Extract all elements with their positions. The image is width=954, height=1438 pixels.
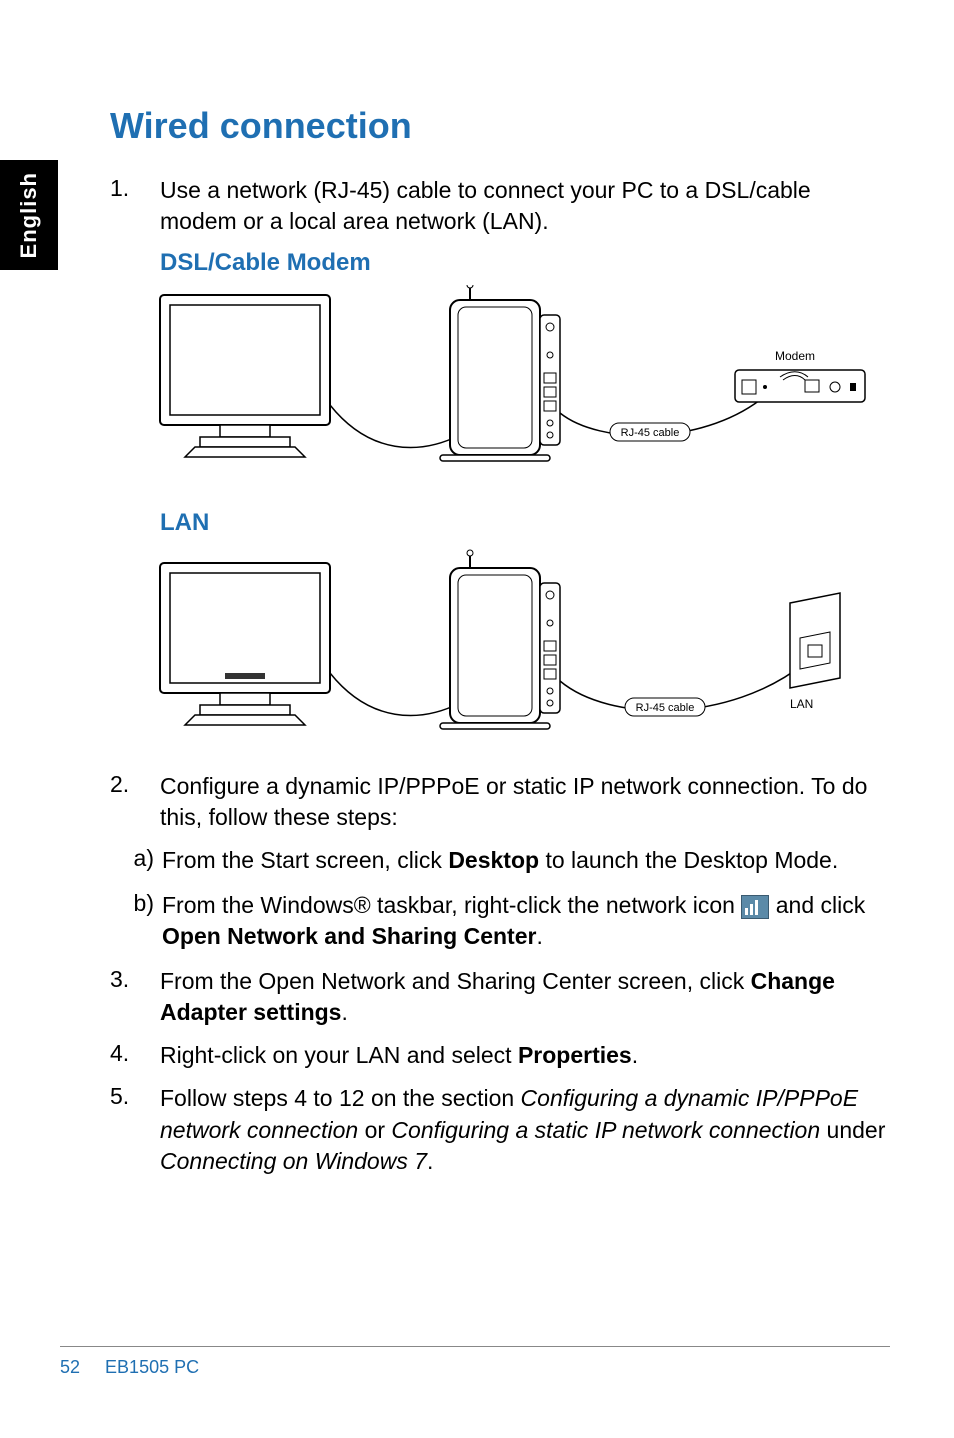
step-2-body: Configure a dynamic IP/PPPoE or static I… <box>160 771 890 833</box>
dsl-cable-label: RJ-45 cable <box>621 427 680 439</box>
dsl-diagram: RJ-45 cable Modem <box>140 285 890 495</box>
step-5-mid1: or <box>358 1117 391 1143</box>
step-2-number: 2. <box>110 771 160 833</box>
step-4-bold: Properties <box>518 1042 632 1068</box>
step-5-pre: Follow steps 4 to 12 on the section <box>160 1085 521 1111</box>
section-heading: Wired connection <box>110 105 890 147</box>
step-5-mid2: under <box>820 1117 885 1143</box>
language-label: English <box>16 172 42 258</box>
lan-heading: LAN <box>160 509 890 537</box>
step-5-it3: Connecting on Windows 7 <box>160 1148 427 1174</box>
modem-label: Modem <box>775 349 815 363</box>
step-4-number: 4. <box>110 1040 160 1071</box>
step-2b-body: From the Windows® taskbar, right-click t… <box>162 890 890 952</box>
step-5-post: . <box>427 1148 433 1174</box>
step-2b-number: b) <box>122 890 162 952</box>
step-2: 2. Configure a dynamic IP/PPPoE or stati… <box>110 771 890 833</box>
step-1-body: Use a network (RJ-45) cable to connect y… <box>160 175 890 237</box>
lan-cable-label: RJ-45 cable <box>636 702 695 714</box>
step-1-number: 1. <box>110 175 160 237</box>
step-5-it2: Configuring a static IP network connecti… <box>391 1117 820 1143</box>
step-5-body: Follow steps 4 to 12 on the section Conf… <box>160 1083 890 1176</box>
step-2b-pre: From the Windows® taskbar, right-click t… <box>162 892 741 918</box>
page-number: 52 <box>60 1357 80 1377</box>
step-4-post: . <box>632 1042 638 1068</box>
step-4-pre: Right-click on your LAN and select <box>160 1042 518 1068</box>
footer-model: EB1505 PC <box>105 1357 199 1377</box>
step-3-pre: From the Open Network and Sharing Center… <box>160 968 751 994</box>
step-2a-bold: Desktop <box>448 847 539 873</box>
page-content: Wired connection 1. Use a network (RJ-45… <box>110 105 890 1189</box>
step-3: 3. From the Open Network and Sharing Cen… <box>110 966 890 1028</box>
step-2a-post: to launch the Desktop Mode. <box>539 847 838 873</box>
network-icon <box>741 895 769 919</box>
step-1: 1. Use a network (RJ-45) cable to connec… <box>110 175 890 237</box>
step-2b-bold: Open Network and Sharing Center <box>162 923 536 949</box>
step-2b-post1: and click <box>769 892 865 918</box>
step-3-body: From the Open Network and Sharing Center… <box>160 966 890 1028</box>
step-2a: a) From the Start screen, click Desktop … <box>122 845 890 876</box>
language-tab: English <box>0 160 58 270</box>
step-3-post: . <box>341 999 347 1025</box>
step-3-number: 3. <box>110 966 160 1028</box>
step-2a-body: From the Start screen, click Desktop to … <box>162 845 890 876</box>
step-4: 4. Right-click on your LAN and select Pr… <box>110 1040 890 1071</box>
lan-wall-label: LAN <box>790 697 813 711</box>
page-footer: 52 EB1505 PC <box>60 1346 890 1378</box>
step-5-number: 5. <box>110 1083 160 1176</box>
step-2a-pre: From the Start screen, click <box>162 847 448 873</box>
step-2b: b) From the Windows® taskbar, right-clic… <box>122 890 890 952</box>
lan-diagram: RJ-45 cable LAN <box>140 543 890 763</box>
step-2a-number: a) <box>122 845 162 876</box>
step-5: 5. Follow steps 4 to 12 on the section C… <box>110 1083 890 1176</box>
step-2b-post2: . <box>536 923 542 949</box>
step-4-body: Right-click on your LAN and select Prope… <box>160 1040 890 1071</box>
dsl-heading: DSL/Cable Modem <box>160 249 890 277</box>
